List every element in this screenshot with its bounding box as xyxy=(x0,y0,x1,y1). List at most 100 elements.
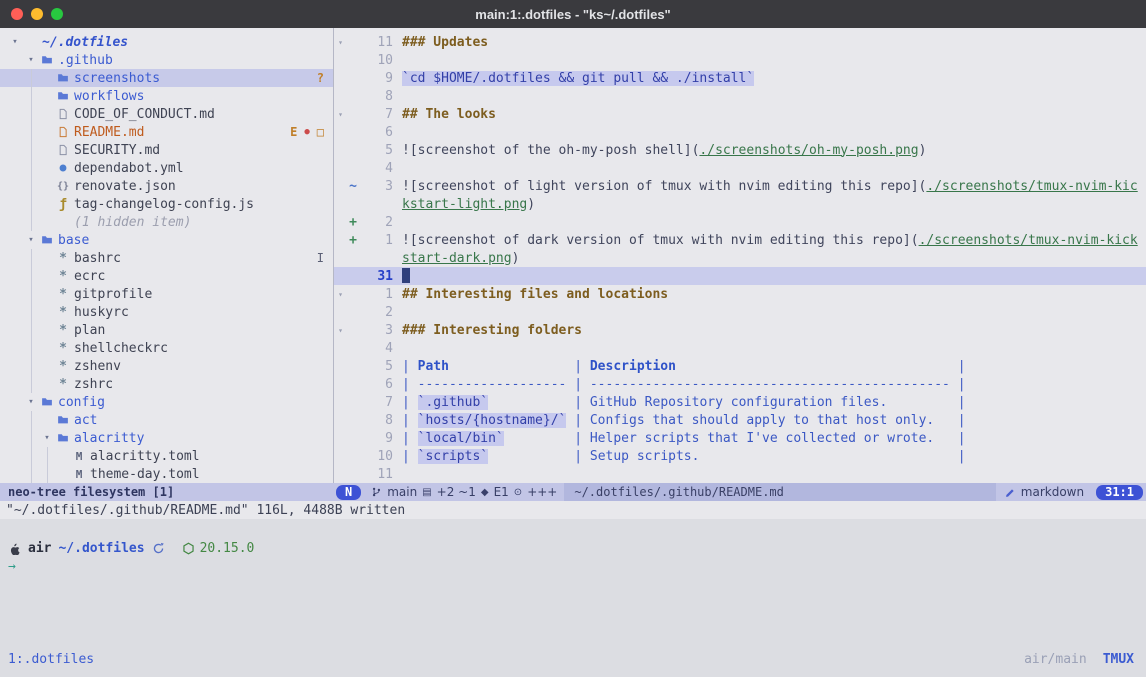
line-number: 6 xyxy=(359,377,393,392)
editor-line[interactable]: 10| `scripts` | Setup scripts. | xyxy=(334,447,1146,465)
tree-item-renovate-json[interactable]: {}renovate.json xyxy=(0,177,333,195)
editor-line[interactable]: +2 xyxy=(334,213,1146,231)
editor-line[interactable]: ▾3### Interesting folders xyxy=(334,321,1146,339)
file-icon xyxy=(54,144,72,156)
editor-buffer[interactable]: ▾11### Updates109`cd $HOME/.dotfiles && … xyxy=(333,28,1146,483)
tree-item-github[interactable]: ▾.github xyxy=(0,51,333,69)
tree-item-1-hidden-item[interactable]: (1 hidden item) xyxy=(0,213,333,231)
tree-item-label: bashrc xyxy=(72,251,121,266)
file-tree[interactable]: ▾~/.dotfiles▾.githubscreenshots?workflow… xyxy=(0,28,333,483)
editor-line[interactable]: 2 xyxy=(334,303,1146,321)
tree-item-dependabot-yml[interactable]: dependabot.yml xyxy=(0,159,333,177)
editor-line[interactable]: 8 xyxy=(334,87,1146,105)
node-version: 20.15.0 xyxy=(200,541,255,556)
tree-item-alacritty-toml[interactable]: Malacritty.toml xyxy=(0,447,333,465)
tmux-window[interactable]: 1:.dotfiles xyxy=(8,652,94,667)
tree-item-shellcheckrc[interactable]: *shellcheckrc xyxy=(0,339,333,357)
editor-line[interactable]: 5![screenshot of the oh-my-posh shell](.… xyxy=(334,141,1146,159)
indent-guide xyxy=(24,429,40,447)
indent-guide xyxy=(8,51,24,69)
editor-line[interactable]: 11 xyxy=(334,465,1146,483)
expander-icon[interactable]: ▾ xyxy=(8,37,22,47)
tree-item-act[interactable]: act xyxy=(0,411,333,429)
editor-line[interactable]: ▾11### Updates xyxy=(334,33,1146,51)
folder-icon xyxy=(54,432,72,444)
file-icon xyxy=(54,126,72,138)
zoom-button[interactable] xyxy=(51,8,63,20)
line-number: 7 xyxy=(359,395,393,410)
line-text: | ------------------- | ----------------… xyxy=(393,377,966,392)
tree-item-label: plan xyxy=(72,323,105,338)
tree-item-huskyrc[interactable]: *huskyrc xyxy=(0,303,333,321)
tree-item-theme-day-toml[interactable]: Mtheme-day.toml xyxy=(0,465,333,483)
tree-item-label: config xyxy=(56,395,105,410)
tree-item-base[interactable]: ▾ base xyxy=(0,231,333,249)
git-branch-label: main xyxy=(387,485,417,499)
status-badges: ? xyxy=(317,71,333,85)
window-title: main:1:.dotfiles - "ks~/.dotfiles" xyxy=(475,7,670,22)
tree-item-dotfiles[interactable]: ▾~/.dotfiles xyxy=(0,33,333,51)
indent-guide xyxy=(24,87,40,105)
editor-line[interactable]: ▾7## The looks xyxy=(334,105,1146,123)
editor-line[interactable]: 6 xyxy=(334,123,1146,141)
tree-item-readme-md[interactable]: README.mdE●□ xyxy=(0,123,333,141)
toml-icon: M xyxy=(70,468,88,481)
git-sign: + xyxy=(347,233,359,248)
indent-guide xyxy=(24,177,40,195)
editor-line[interactable]: start-dark.png) xyxy=(334,249,1146,267)
editor-line[interactable]: ▾1## Interesting files and locations xyxy=(334,285,1146,303)
editor-line[interactable]: 4 xyxy=(334,159,1146,177)
indent-guide xyxy=(24,447,40,465)
editor-line[interactable]: kstart-light.png) xyxy=(334,195,1146,213)
refresh-icon xyxy=(152,542,165,555)
shell-pane[interactable]: air ~/.dotfiles 20.15.0 → xyxy=(0,519,1146,645)
editor-line[interactable]: 8| `hosts/{hostname}/` | Configs that sh… xyxy=(334,411,1146,429)
tree-item-screenshots[interactable]: screenshots? xyxy=(0,69,333,87)
editor-line[interactable]: 4 xyxy=(334,339,1146,357)
tree-item-gitprofile[interactable]: *gitprofile xyxy=(0,285,333,303)
tree-item-security-md[interactable]: SECURITY.md xyxy=(0,141,333,159)
editor-line[interactable]: 6| ------------------- | ---------------… xyxy=(334,375,1146,393)
tree-item-tag-changelog-config-js[interactable]: ƒtag-changelog-config.js xyxy=(0,195,333,213)
tree-item-zshrc[interactable]: *zshrc xyxy=(0,375,333,393)
titlebar: main:1:.dotfiles - "ks~/.dotfiles" xyxy=(0,0,1146,28)
fold-icon[interactable]: ▾ xyxy=(334,326,347,335)
line-text: kstart-light.png) xyxy=(393,197,535,212)
indent-guide xyxy=(40,465,56,483)
tree-item-alacritty[interactable]: ▾alacritty xyxy=(0,429,333,447)
line-text: ![screenshot of light version of tmux wi… xyxy=(393,179,1138,194)
tree-item-label: alacritty.toml xyxy=(88,449,200,464)
editor-line[interactable]: ~3![screenshot of light version of tmux … xyxy=(334,177,1146,195)
expander-icon[interactable]: ▾ xyxy=(24,397,38,407)
editor-line[interactable]: 9`cd $HOME/.dotfiles && git pull && ./in… xyxy=(334,69,1146,87)
fold-icon[interactable]: ▾ xyxy=(334,290,347,299)
expander-icon[interactable]: ▾ xyxy=(24,55,38,65)
fold-icon[interactable]: ▾ xyxy=(334,38,347,47)
tree-item-config[interactable]: ▾ config xyxy=(0,393,333,411)
tree-item-label: base xyxy=(56,233,89,248)
tree-item-bashrc[interactable]: *bashrcI xyxy=(0,249,333,267)
editor-line[interactable]: 9| `local/bin` | Helper scripts that I'v… xyxy=(334,429,1146,447)
minimize-button[interactable] xyxy=(31,8,43,20)
fold-icon[interactable]: ▾ xyxy=(334,110,347,119)
prompt-path: ~/.dotfiles xyxy=(58,541,144,556)
indent-guide xyxy=(24,249,40,267)
tree-item-plan[interactable]: *plan xyxy=(0,321,333,339)
shell-file-icon: * xyxy=(54,377,72,392)
expander-icon[interactable]: ▾ xyxy=(40,433,54,443)
line-number: 4 xyxy=(359,341,393,356)
editor-line[interactable]: 31 xyxy=(334,267,1146,285)
close-button[interactable] xyxy=(11,8,23,20)
shell-file-icon: * xyxy=(54,269,72,284)
tree-item-ecrc[interactable]: *ecrc xyxy=(0,267,333,285)
tree-item-workflows[interactable]: workflows xyxy=(0,87,333,105)
editor-line[interactable]: +1![screenshot of dark version of tmux w… xyxy=(334,231,1146,249)
editor-line[interactable]: 10 xyxy=(334,51,1146,69)
tree-item-code-of-conduct-md[interactable]: CODE_OF_CONDUCT.md xyxy=(0,105,333,123)
tree-item-zshenv[interactable]: *zshenv xyxy=(0,357,333,375)
editor-line[interactable]: 7| `.github` | GitHub Repository configu… xyxy=(334,393,1146,411)
expander-icon[interactable]: ▾ xyxy=(24,235,38,245)
line-text: | Path | Description | xyxy=(393,359,966,374)
line-text: | `scripts` | Setup scripts. | xyxy=(393,449,966,464)
editor-line[interactable]: 5| Path | Description | xyxy=(334,357,1146,375)
